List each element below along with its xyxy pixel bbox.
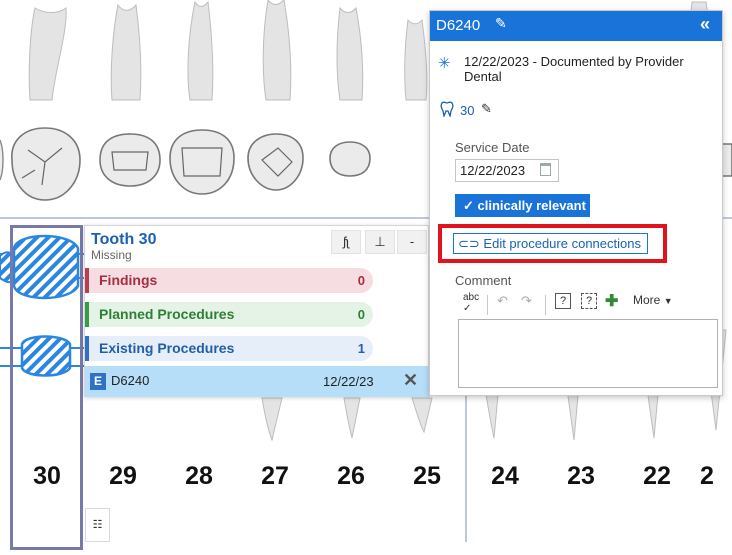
- redo-icon[interactable]: ↷: [521, 293, 532, 309]
- tooth-number[interactable]: 27: [245, 462, 305, 491]
- comment-label: Comment: [455, 273, 512, 288]
- category-label: Findings: [99, 272, 158, 288]
- link-icon: ⊂⊃: [458, 236, 480, 251]
- pin-button[interactable]: ⊥: [365, 230, 395, 254]
- roots-button[interactable]: ʃʅ: [331, 230, 361, 254]
- undo-icon[interactable]: ↶: [497, 293, 508, 309]
- roots-icon: ʃʅ: [343, 234, 349, 249]
- tooth-number[interactable]: 24: [475, 462, 535, 491]
- clinically-relevant-label: clinically relevant: [477, 198, 586, 213]
- edit-connections-label: Edit procedure connections: [483, 236, 641, 251]
- pin-icon: ⊥: [374, 234, 386, 249]
- tooth-panel: Tooth 30 Missing ʃʅ ⊥ - Findings 0 Plann…: [84, 225, 430, 397]
- tooth-number-link[interactable]: 30: [460, 103, 474, 118]
- spellcheck-icon[interactable]: abc ✓: [463, 292, 479, 314]
- plus-icon[interactable]: ✚: [605, 291, 618, 311]
- tooth-number[interactable]: 25: [397, 462, 457, 491]
- procedure-code: D6240: [111, 373, 150, 388]
- pencil-icon[interactable]: ✎: [481, 101, 492, 117]
- category-label: Existing Procedures: [99, 340, 235, 356]
- help-box-icon[interactable]: ?: [581, 293, 597, 309]
- asterisk-icon: ✳: [438, 55, 451, 72]
- tooth-number[interactable]: 23: [551, 462, 611, 491]
- calendar-icon[interactable]: [540, 163, 551, 176]
- caret-down-icon: ▼: [663, 296, 673, 306]
- comment-toolbar: abc ✓ ↶ ↷ ? ? ✚ More ▼: [455, 291, 685, 317]
- detail-header: D6240 ✎ «: [430, 11, 722, 41]
- more-label: More: [633, 293, 661, 307]
- collapse-icon[interactable]: «: [700, 14, 710, 35]
- tooth-panel-title: Tooth 30: [91, 231, 157, 248]
- planned-procedures-category[interactable]: Planned Procedures 0: [85, 302, 373, 327]
- tooth-number[interactable]: 29: [93, 462, 153, 491]
- tooth-icon: [440, 101, 454, 117]
- comment-textarea[interactable]: [458, 319, 718, 388]
- findings-category[interactable]: Findings 0: [85, 268, 373, 293]
- existing-procedures-category[interactable]: Existing Procedures 1: [85, 336, 373, 361]
- more-menu[interactable]: More ▼: [633, 293, 673, 307]
- procedure-date: 12/22/23: [323, 374, 374, 389]
- tooth-number[interactable]: 26: [321, 462, 381, 491]
- procedure-row[interactable]: E D6240 12/22/23 ✕: [85, 366, 430, 397]
- tooth-number[interactable]: 22: [627, 462, 687, 491]
- edit-procedure-connections-button[interactable]: ⊂⊃ Edit procedure connections: [453, 233, 648, 254]
- category-count: 0: [357, 307, 365, 322]
- tooth-status: Missing: [91, 248, 132, 262]
- close-icon[interactable]: ✕: [403, 370, 418, 391]
- category-count: 1: [357, 341, 365, 356]
- category-label: Planned Procedures: [99, 306, 235, 322]
- category-count: 0: [357, 273, 365, 288]
- clinically-relevant-toggle[interactable]: ✓ clinically relevant: [455, 194, 590, 217]
- selected-tooth-column[interactable]: [10, 225, 83, 550]
- list-button[interactable]: ☷: [85, 508, 110, 542]
- help-box-icon[interactable]: ?: [555, 293, 571, 309]
- minimize-button[interactable]: -: [397, 230, 427, 254]
- minus-icon: -: [409, 234, 415, 249]
- service-date-label: Service Date: [455, 140, 530, 155]
- procedure-detail-panel: D6240 ✎ « ✳ 12/22/2023 - Documented by P…: [429, 10, 723, 396]
- existing-badge: E: [90, 373, 106, 390]
- tooth-number[interactable]: 28: [169, 462, 229, 491]
- documentation-info: 12/22/2023 - Documented by Provider Dent…: [464, 54, 684, 84]
- pencil-icon[interactable]: ✎: [495, 15, 507, 32]
- detail-title: D6240: [436, 17, 481, 34]
- list-icon: ☷: [92, 519, 103, 531]
- tooth-number[interactable]: 2: [700, 462, 732, 491]
- tooth-number[interactable]: 30: [17, 462, 77, 491]
- check-icon: ✓: [463, 198, 474, 213]
